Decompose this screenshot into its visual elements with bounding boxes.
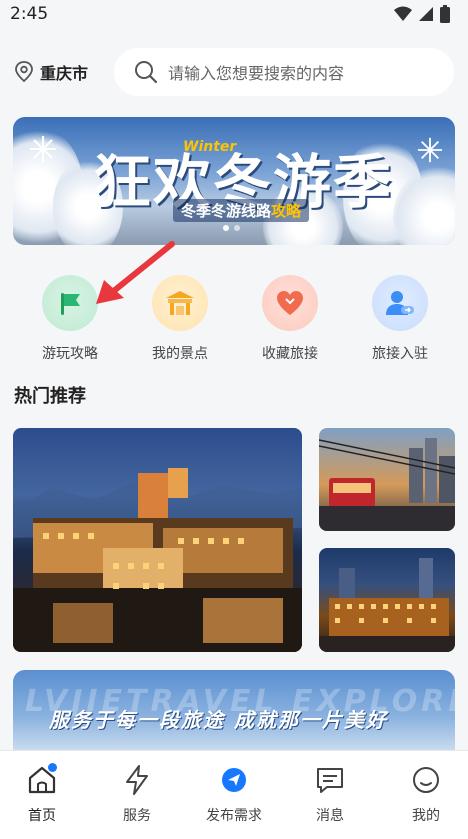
annotation-arrow bbox=[96, 241, 175, 304]
search-bar[interactable]: 请输入您想要搜索的内容 bbox=[114, 48, 454, 96]
quick-action-favorites[interactable]: 收藏旅接 bbox=[240, 275, 340, 363]
snowflake-icon bbox=[417, 137, 443, 163]
tab-label: 我的 bbox=[412, 808, 440, 824]
tab-label: 消息 bbox=[316, 808, 344, 824]
tab-publish[interactable]: 发布需求 bbox=[194, 763, 274, 825]
promo-banner[interactable]: 狂欢冬游季 Winter 冬季冬游线路攻略 bbox=[13, 117, 455, 245]
banner-subtitle-highlight: 攻略 bbox=[271, 202, 302, 220]
quick-action-label: 我的景点 bbox=[152, 346, 208, 362]
recommend-card-night-building[interactable] bbox=[319, 548, 455, 652]
slogan-text: 服务于每一段旅途 成就那一片美好 bbox=[49, 708, 388, 732]
city-night-image bbox=[13, 468, 302, 652]
lightning-icon bbox=[97, 763, 177, 797]
status-bar: 2:45 bbox=[0, 0, 468, 30]
user-register-icon bbox=[372, 275, 428, 331]
tab-profile[interactable]: 我的 bbox=[386, 763, 466, 825]
heart-icon bbox=[262, 275, 318, 331]
quick-action-register[interactable]: 旅接入驻 bbox=[350, 275, 450, 363]
tab-service[interactable]: 服务 bbox=[97, 763, 177, 825]
profile-icon bbox=[386, 763, 466, 797]
search-placeholder: 请输入您想要搜索的内容 bbox=[168, 64, 345, 83]
notification-dot bbox=[48, 763, 57, 772]
snowflake-icon bbox=[30, 136, 56, 162]
banner-title-en: Winter bbox=[183, 139, 237, 155]
location-city: 重庆市 bbox=[40, 64, 89, 83]
signal-icon bbox=[419, 7, 433, 21]
quick-action-label: 游玩攻略 bbox=[42, 346, 98, 362]
bottom-tab-bar: 首页 服务 发布需求 消息 我的 bbox=[0, 750, 468, 839]
banner-subtitle: 冬季冬游线路攻略 bbox=[173, 199, 310, 222]
wifi-icon bbox=[394, 6, 412, 21]
battery-icon bbox=[440, 5, 450, 23]
publish-icon bbox=[194, 763, 274, 797]
recommend-card-cablecar[interactable] bbox=[319, 428, 455, 531]
recommend-card-main[interactable] bbox=[13, 428, 302, 652]
tab-label: 首页 bbox=[28, 808, 56, 824]
message-icon bbox=[290, 763, 370, 797]
banner-pagination bbox=[223, 225, 240, 231]
cable-car-image bbox=[319, 438, 455, 531]
night-building-image bbox=[319, 558, 455, 652]
pagination-dot[interactable] bbox=[234, 225, 240, 231]
banner-subtitle-prefix: 冬季冬游线路 bbox=[181, 202, 272, 220]
tab-messages[interactable]: 消息 bbox=[290, 763, 370, 825]
home-icon bbox=[2, 763, 82, 797]
slogan-banner[interactable]: LVJIETRAVEL EXPLORE 服务于每一段旅途 成就那一片美好 bbox=[13, 670, 455, 750]
tab-home[interactable]: 首页 bbox=[2, 763, 82, 825]
tab-label: 服务 bbox=[123, 808, 151, 824]
search-icon bbox=[135, 61, 158, 84]
status-icons bbox=[394, 5, 450, 23]
status-time: 2:45 bbox=[10, 4, 49, 24]
quick-actions: 游玩攻略 我的景点 收藏旅接 旅接入驻 bbox=[0, 275, 468, 365]
pagination-dot[interactable] bbox=[223, 225, 229, 231]
quick-action-label: 旅接入驻 bbox=[372, 346, 428, 362]
tab-label: 发布需求 bbox=[206, 808, 262, 824]
quick-action-label: 收藏旅接 bbox=[262, 346, 318, 362]
location-selector[interactable]: 重庆市 bbox=[14, 60, 88, 84]
location-pin-icon bbox=[15, 61, 33, 83]
section-title: 热门推荐 bbox=[14, 386, 86, 407]
